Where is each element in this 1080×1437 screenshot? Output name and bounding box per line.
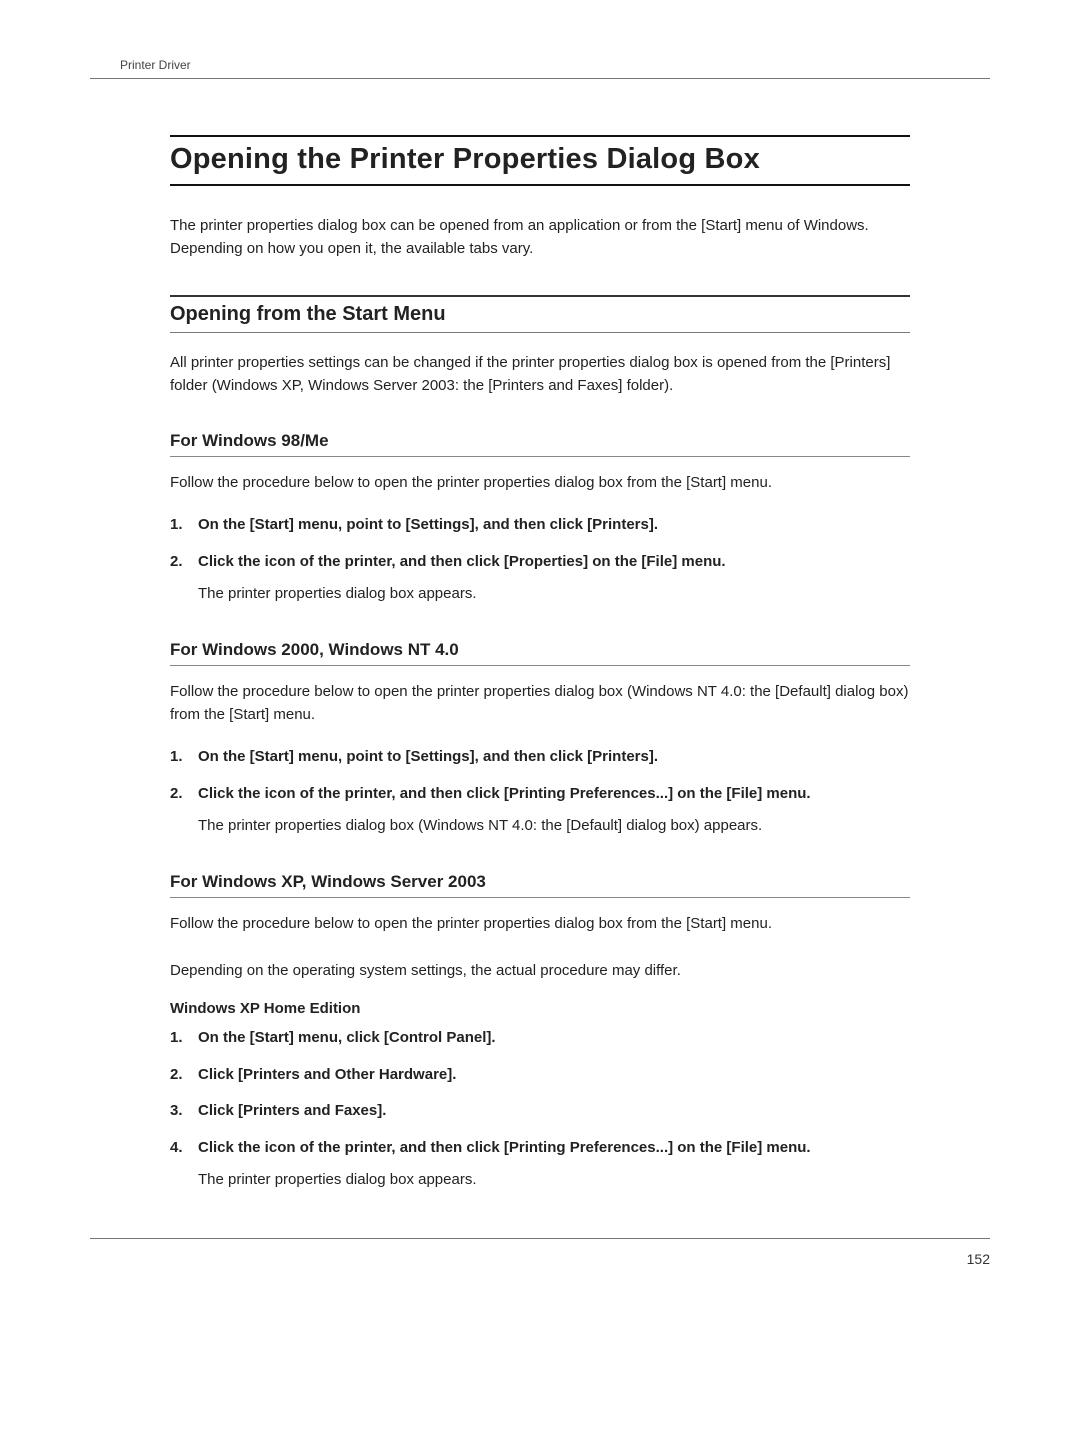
step-number: 1. [170, 1027, 183, 1050]
sub2-body: Follow the procedure below to open the p… [170, 680, 910, 727]
list-item: 2. Click [Printers and Other Hardware]. [170, 1064, 910, 1087]
spacer [170, 949, 910, 959]
sub3-subhead: Windows XP Home Edition [170, 1000, 910, 1017]
step-text: On the [Start] menu, click [Control Pane… [198, 1027, 910, 1050]
step-text: Click [Printers and Other Hardware]. [198, 1064, 910, 1087]
list-item: 1. On the [Start] menu, click [Control P… [170, 1027, 910, 1050]
sub1-body: Follow the procedure below to open the p… [170, 471, 910, 494]
subheading-winxp: For Windows XP, Windows Server 2003 [170, 872, 910, 898]
sub1-steps: 1. On the [Start] menu, point to [Settin… [170, 514, 910, 606]
step-text: On the [Start] menu, point to [Settings]… [198, 746, 910, 769]
content: Opening the Printer Properties Dialog Bo… [90, 135, 990, 1192]
page: Printer Driver Opening the Printer Prope… [0, 0, 1080, 1307]
step-number: 3. [170, 1100, 183, 1123]
step-number: 2. [170, 783, 183, 806]
footer: 152 [90, 1238, 990, 1267]
intro-paragraph: The printer properties dialog box can be… [170, 214, 910, 261]
step-number: 2. [170, 551, 183, 574]
sub2-steps: 1. On the [Start] menu, point to [Settin… [170, 746, 910, 838]
page-number: 152 [967, 1251, 990, 1267]
top-rule [90, 78, 990, 79]
sub3-body1: Follow the procedure below to open the p… [170, 912, 910, 935]
list-item: 4. Click the icon of the printer, and th… [170, 1137, 910, 1192]
list-item: 1. On the [Start] menu, point to [Settin… [170, 746, 910, 769]
page-title: Opening the Printer Properties Dialog Bo… [170, 135, 910, 186]
section-body-start-menu: All printer properties settings can be c… [170, 351, 910, 398]
step-number: 2. [170, 1064, 183, 1087]
step-text: Click the icon of the printer, and then … [198, 783, 910, 806]
step-note: The printer properties dialog box (Windo… [198, 815, 910, 838]
subheading-win2000: For Windows 2000, Windows NT 4.0 [170, 640, 910, 666]
step-number: 1. [170, 514, 183, 537]
running-head: Printer Driver [120, 58, 990, 72]
step-text: On the [Start] menu, point to [Settings]… [198, 514, 910, 537]
step-number: 1. [170, 746, 183, 769]
step-text: Click [Printers and Faxes]. [198, 1100, 910, 1123]
sub3-body2: Depending on the operating system settin… [170, 959, 910, 982]
list-item: 3. Click [Printers and Faxes]. [170, 1100, 910, 1123]
list-item: 2. Click the icon of the printer, and th… [170, 783, 910, 838]
subheading-win98: For Windows 98/Me [170, 431, 910, 457]
step-note: The printer properties dialog box appear… [198, 1169, 910, 1192]
list-item: 2. Click the icon of the printer, and th… [170, 551, 910, 606]
step-number: 4. [170, 1137, 183, 1160]
sub3-steps: 1. On the [Start] menu, click [Control P… [170, 1027, 910, 1192]
section-heading-start-menu: Opening from the Start Menu [170, 295, 910, 333]
list-item: 1. On the [Start] menu, point to [Settin… [170, 514, 910, 537]
step-text: Click the icon of the printer, and then … [198, 1137, 910, 1160]
step-note: The printer properties dialog box appear… [198, 583, 910, 606]
step-text: Click the icon of the printer, and then … [198, 551, 910, 574]
